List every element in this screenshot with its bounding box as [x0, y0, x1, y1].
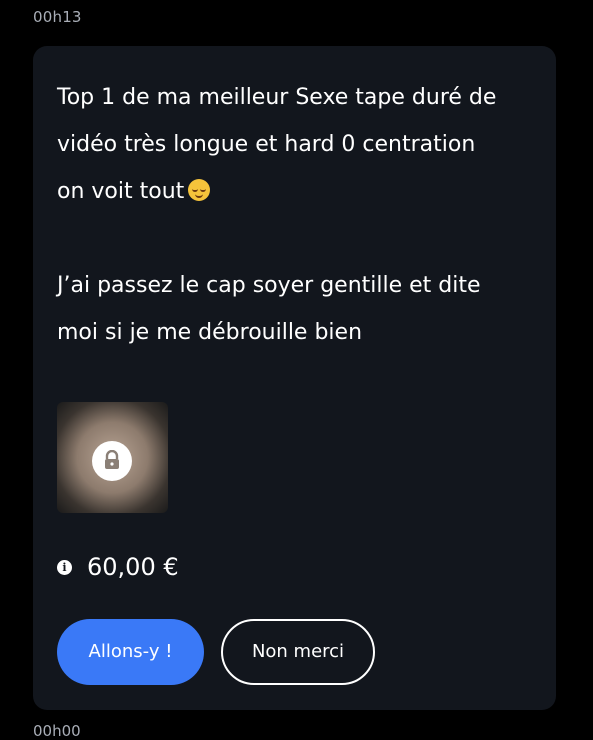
message-line-2: vidéo très longue et hard 0 centration [57, 132, 476, 157]
message-line-3: on voit tout [57, 179, 185, 204]
next-message-timestamp: 00h00 [33, 722, 81, 740]
message-line-1: Top 1 de ma meilleur Sexe tape duré de [57, 85, 497, 110]
relieved-face-emoji-icon [188, 179, 211, 201]
accept-offer-button[interactable]: Allons-y ! [57, 619, 204, 685]
message-text: Top 1 de ma meilleur Sexe tape duré de v… [57, 74, 537, 356]
paid-message-card: Top 1 de ma meilleur Sexe tape duré de v… [33, 46, 556, 710]
price-value: 60,00 € [87, 553, 179, 581]
message-paragraph-2: J’ai passez le cap soyer gentille et dit… [57, 273, 481, 345]
price-row: i 60,00 € [57, 552, 179, 582]
lock-icon [92, 441, 132, 481]
info-icon[interactable]: i [57, 559, 72, 575]
message-timestamp: 00h13 [33, 8, 82, 26]
decline-offer-button[interactable]: Non merci [221, 619, 375, 685]
locked-media-thumbnail[interactable] [57, 402, 168, 513]
